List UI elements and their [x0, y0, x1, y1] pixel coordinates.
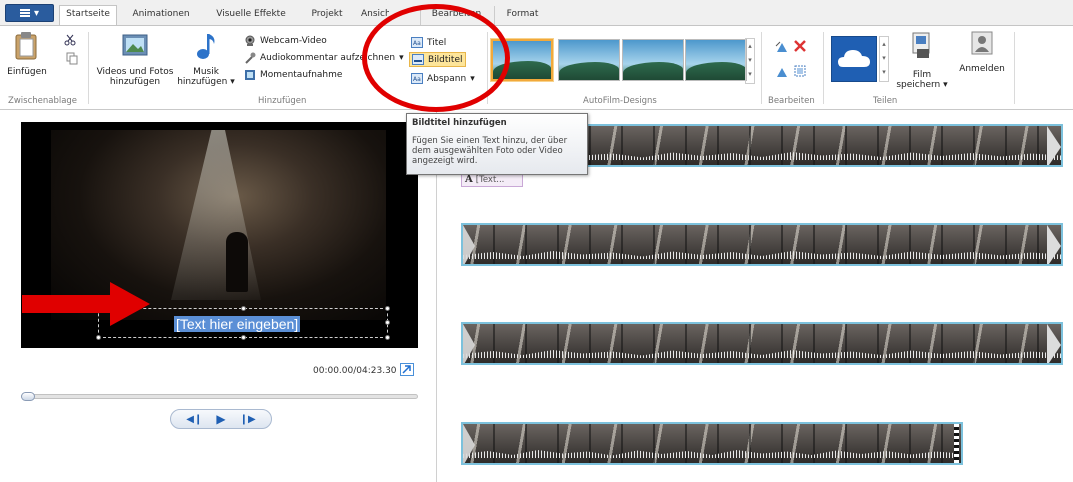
- theme-thumbnail[interactable]: [558, 39, 620, 81]
- user-icon: [971, 31, 993, 55]
- group-label-themes: AutoFilm-Designs: [583, 96, 657, 106]
- group-divider: [88, 32, 89, 104]
- chevron-down-icon[interactable]: ▾: [746, 53, 754, 67]
- group-label-edit: Bearbeiten: [768, 96, 815, 106]
- chevron-up-icon[interactable]: ▴: [746, 39, 754, 53]
- chevron-down-icon: ▾: [943, 80, 948, 90]
- webcam-video-button[interactable]: Webcam-Video: [244, 33, 327, 48]
- rotate-right-icon[interactable]: [775, 66, 789, 78]
- rotate-left-icon[interactable]: [775, 41, 789, 53]
- group-label-clipboard: Zwischenablage: [8, 96, 78, 106]
- caption-tooltip: Bildtitel hinzufügen Fügen Sie einen Tex…: [406, 113, 588, 175]
- playback-controls: ◀❙ ▶ ❙▶: [170, 409, 272, 429]
- tab-format[interactable]: Format: [494, 6, 550, 25]
- cloud-icon: [838, 50, 870, 67]
- delete-icon[interactable]: [794, 40, 806, 52]
- tab-animationen[interactable]: Animationen: [122, 6, 200, 25]
- svg-text:Aa: Aa: [413, 40, 421, 47]
- copy-icon[interactable]: [66, 52, 78, 65]
- film-photo-icon: [122, 34, 148, 56]
- group-divider: [823, 32, 824, 104]
- svg-text:Aa: Aa: [413, 76, 421, 83]
- snapshot-icon: [245, 69, 255, 80]
- theme-thumbnail[interactable]: [491, 39, 553, 81]
- cut-icon[interactable]: [64, 34, 76, 46]
- next-frame-icon[interactable]: ❙▶: [240, 414, 256, 425]
- seek-bar[interactable]: [21, 392, 418, 401]
- play-icon[interactable]: ▶: [216, 412, 225, 426]
- annotation-arrow: [22, 282, 150, 326]
- resize-handle[interactable]: [241, 335, 246, 340]
- group-label-share: Teilen: [873, 96, 898, 106]
- group-divider: [761, 32, 762, 104]
- resize-handle[interactable]: [96, 335, 101, 340]
- caption-text[interactable]: [Text hier eingeben]: [174, 316, 301, 332]
- microphone-icon: [245, 52, 256, 64]
- tooltip-title: Bildtitel hinzufügen: [412, 118, 507, 128]
- paste-button[interactable]: Einfügen: [5, 31, 49, 77]
- gallery-scroll[interactable]: ▴ ▾ ▾: [745, 38, 755, 84]
- group-label-add: Hinzufügen: [258, 96, 307, 106]
- previous-frame-icon[interactable]: ◀❙: [186, 414, 202, 425]
- clipboard-icon: [15, 32, 37, 60]
- expand-icon: [402, 365, 411, 374]
- group-divider: [487, 32, 488, 104]
- select-all-icon[interactable]: [794, 65, 806, 77]
- fullscreen-button[interactable]: [400, 363, 414, 376]
- resize-handle[interactable]: [385, 306, 390, 311]
- snapshot-button[interactable]: Momentaufnahme: [244, 67, 342, 82]
- text-icon: A: [465, 174, 473, 185]
- chevron-down-icon: ▾: [230, 77, 235, 87]
- tab-ansicht[interactable]: Ansicht: [353, 6, 389, 25]
- list-icon: [19, 9, 30, 17]
- theme-thumbnail[interactable]: [622, 39, 684, 81]
- music-note-icon: [197, 34, 215, 59]
- chevron-down-icon[interactable]: ▾: [880, 51, 888, 65]
- chevron-down-icon: ▾: [33, 7, 40, 19]
- tab-visuelle-effekte[interactable]: Visuelle Effekte: [205, 6, 297, 25]
- theme-thumbnail[interactable]: [685, 39, 747, 81]
- add-caption-button[interactable]: Bildtitel: [409, 52, 467, 67]
- title-icon: Aa: [411, 37, 423, 48]
- resize-handle[interactable]: [385, 335, 390, 340]
- add-title-button[interactable]: Aa Titel: [411, 35, 446, 50]
- ribbon: Einfügen Zwischenablage Videos und Fotos…: [0, 25, 1073, 110]
- storyboard-clip[interactable]: [461, 322, 1063, 365]
- caption-icon: [412, 54, 424, 65]
- share-scroll[interactable]: ▴ ▾ ▾: [879, 36, 889, 82]
- gallery-more-icon[interactable]: ▾: [746, 67, 754, 81]
- resize-handle[interactable]: [385, 320, 390, 325]
- storyboard-clip[interactable]: [461, 223, 1063, 266]
- app-menu-button[interactable]: ▾: [5, 4, 54, 22]
- add-music-button[interactable]: Musik hinzufügen ▾: [176, 31, 236, 87]
- record-narration-button[interactable]: Audiokommentar aufzeichnen ▾: [244, 50, 404, 65]
- timecode: 00:00.00/04:23.30: [313, 366, 397, 376]
- webcam-icon: [245, 35, 255, 46]
- resize-handle[interactable]: [241, 306, 246, 311]
- tab-startseite[interactable]: Startseite: [59, 5, 117, 26]
- tab-bearbeiten[interactable]: Bearbeiten: [420, 6, 492, 25]
- save-movie-button[interactable]: Film speichern ▾: [893, 31, 951, 90]
- add-videos-photos-button[interactable]: Videos und Fotos hinzufügen: [94, 31, 176, 87]
- group-divider: [1014, 32, 1015, 104]
- share-more-icon[interactable]: ▾: [880, 65, 888, 79]
- seek-thumb[interactable]: [21, 392, 35, 401]
- add-credits-button[interactable]: Aa Abspann ▾: [411, 71, 475, 86]
- save-movie-icon: [912, 32, 930, 58]
- tab-projekt[interactable]: Projekt: [303, 6, 351, 25]
- onedrive-share-button[interactable]: [831, 36, 877, 82]
- ribbon-tab-bar: ▾ Startseite Animationen Visuelle Effekt…: [0, 0, 1073, 26]
- chevron-up-icon[interactable]: ▴: [880, 37, 888, 51]
- chevron-down-icon: ▾: [470, 73, 475, 84]
- credits-icon: Aa: [411, 73, 423, 84]
- sign-in-button[interactable]: Anmelden: [954, 31, 1010, 74]
- tooltip-body: Fügen Sie einen Text hinzu, der über dem…: [412, 136, 568, 166]
- storyboard-clip[interactable]: [461, 422, 963, 465]
- chevron-down-icon: ▾: [399, 52, 404, 63]
